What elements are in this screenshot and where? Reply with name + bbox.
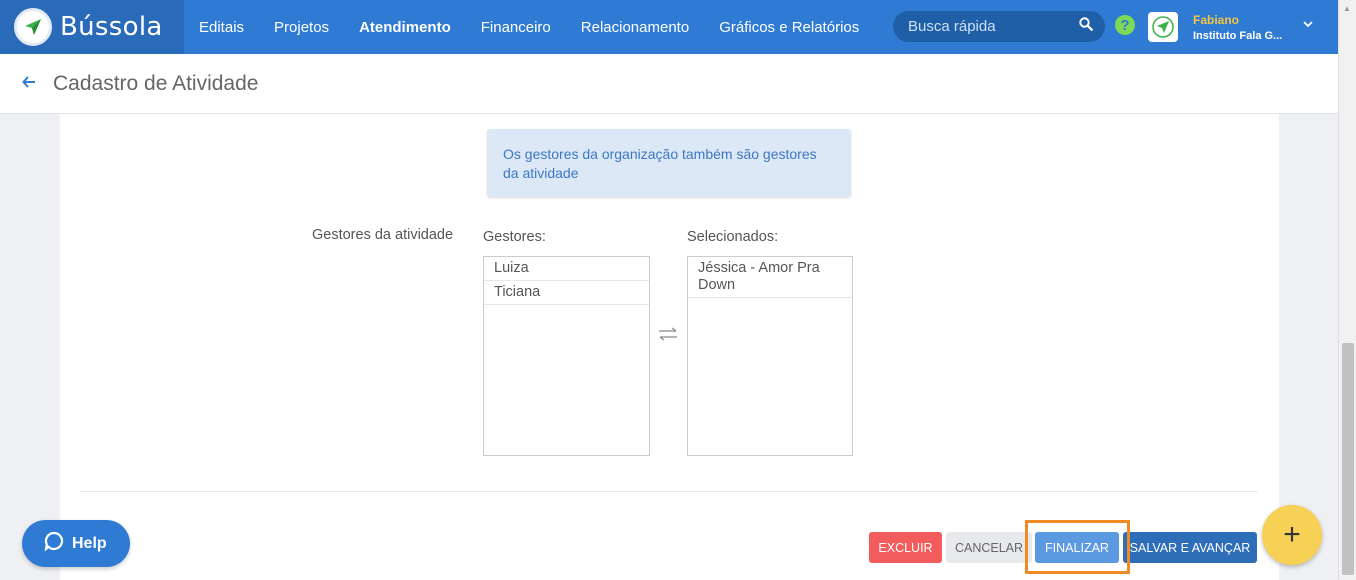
available-list-label: Gestores: (483, 229, 546, 245)
page-header: Cadastro de Atividade (0, 54, 1338, 114)
cancel-button[interactable]: CANCELAR (946, 532, 1032, 563)
avatar[interactable] (1148, 12, 1178, 42)
chat-bubble-icon (44, 531, 64, 556)
app-name: Bússola (60, 12, 163, 42)
quick-search (893, 11, 1105, 42)
nav-item-atendimento[interactable]: Atendimento (359, 19, 451, 36)
nav-item-relacionamento[interactable]: Relacionamento (581, 19, 689, 36)
user-name: Fabiano (1193, 13, 1240, 27)
compass-logo-icon (14, 8, 52, 46)
search-icon[interactable] (1079, 17, 1093, 36)
swap-arrows-icon (657, 324, 679, 347)
nav-item-editais[interactable]: Editais (199, 19, 244, 36)
selected-managers-list[interactable]: Jéssica - Amor Pra Down (687, 256, 853, 456)
add-fab-button[interactable]: + (1262, 505, 1322, 565)
form-card: Os gestores da organização também são ge… (60, 114, 1279, 580)
nav-item-financeiro[interactable]: Financeiro (481, 19, 551, 36)
delete-button[interactable]: EXCLUIR (869, 532, 942, 563)
user-organization: Instituto Fala G... (1193, 30, 1283, 42)
selected-list-label: Selecionados: (687, 229, 779, 245)
plus-icon: + (1283, 518, 1301, 551)
highlight-box (1025, 520, 1130, 574)
main-nav: Editais Projetos Atendimento Financeiro … (199, 0, 889, 54)
info-alert: Os gestores da organização também são ge… (487, 129, 851, 197)
scroll-up-icon[interactable]: ▲ (1343, 4, 1351, 13)
list-item[interactable]: Luiza (484, 257, 649, 281)
help-label: Help (72, 534, 107, 552)
field-label: Gestores da atividade (312, 227, 454, 243)
list-item[interactable]: Ticiana (484, 281, 649, 305)
scrollbar-thumb[interactable] (1342, 343, 1354, 575)
nav-item-projetos[interactable]: Projetos (274, 19, 329, 36)
nav-item-graficos-relatorios[interactable]: Gráficos e Relatórios (719, 19, 859, 36)
brand[interactable]: Bússola (0, 0, 184, 54)
top-navbar: Bússola Editais Projetos Atendimento Fin… (0, 0, 1338, 54)
back-arrow-icon[interactable] (22, 72, 40, 95)
question-icon[interactable]: ? (1115, 15, 1135, 35)
divider (80, 491, 1258, 492)
list-item[interactable]: Jéssica - Amor Pra Down (688, 257, 852, 298)
user-menu[interactable]: Fabiano Instituto Fala G... (1193, 13, 1282, 42)
chevron-down-icon[interactable] (1303, 17, 1313, 31)
help-widget-button[interactable]: Help (22, 520, 130, 567)
vertical-scrollbar[interactable]: ▲ (1338, 0, 1356, 580)
save-and-next-button[interactable]: SALVAR E AVANÇAR (1123, 532, 1257, 563)
page-title: Cadastro de Atividade (53, 71, 259, 95)
compass-avatar-icon (1152, 16, 1174, 38)
available-managers-list[interactable]: Luiza Ticiana (483, 256, 650, 456)
search-input[interactable] (908, 18, 1079, 35)
